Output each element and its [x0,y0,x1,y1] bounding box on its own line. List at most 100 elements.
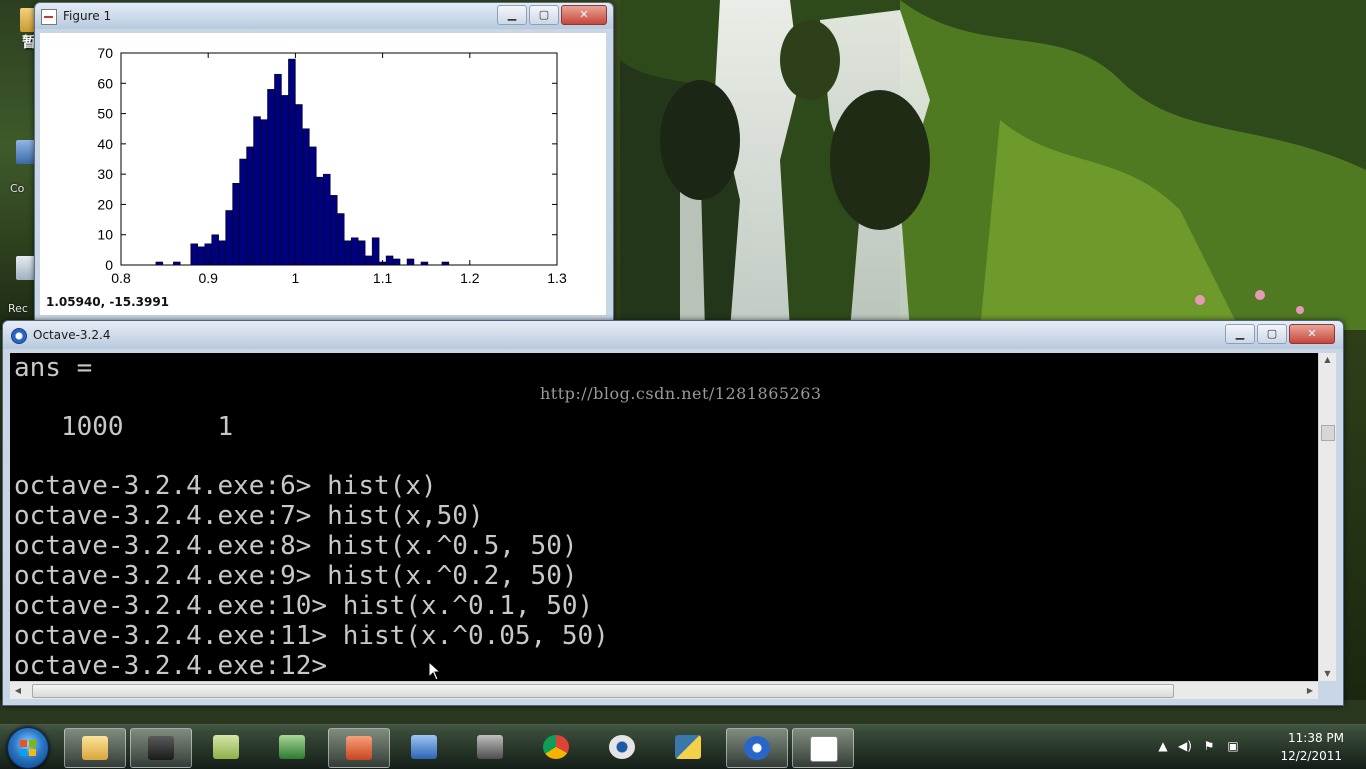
taskbar-camcorder-button[interactable] [130,728,192,768]
octave-close-button[interactable]: ✕ [1289,324,1335,344]
folder-icon [82,736,108,760]
histogram-bar [420,261,429,266]
scroll-left-arrow-icon[interactable]: ◀ [10,682,26,699]
histogram-bar [343,240,352,266]
start-button[interactable] [7,727,49,769]
volume-icon[interactable]: ◀) [1178,739,1192,753]
taskbar-python-button[interactable] [658,728,718,766]
desktop-recycle-bin-icon[interactable] [16,256,36,280]
scroll-up-arrow-icon[interactable]: ▲ [1319,353,1336,367]
histogram-bar [337,213,345,266]
y-tick-label: 60 [97,75,113,91]
console-line: octave-3.2.4.exe:8> hist(x.^0.5, 50) [14,531,578,561]
histogram-bar [239,158,247,266]
x-tick-label: 0.8 [111,270,131,286]
histogram-bar [197,246,205,266]
console-prompt-line[interactable]: octave-3.2.4.exe:12> [14,651,343,681]
x-tick-label: 1.3 [547,270,567,286]
desktop-computer-icon[interactable] [16,140,36,164]
octave-app-icon [11,328,27,344]
network-icon[interactable]: ▣ [1226,739,1240,753]
taskbar-network-tool-button[interactable] [262,728,322,766]
histogram-bar [330,195,338,266]
clock-date[interactable]: 12/2/2011 [1280,749,1342,763]
figure-window-title: Figure 1 [63,9,112,23]
console-line: octave-3.2.4.exe:10> hist(x.^0.1, 50) [14,591,594,621]
vertical-scroll-thumb[interactable] [1321,425,1335,441]
figure-window[interactable]: Figure 1 ▁ ▢ ✕ 0.8 0.9 1 1.1 1.2 1.3 0 10 20 30 40… [34,2,614,321]
chrome-icon [543,735,569,759]
horizontal-scroll-thumb[interactable] [32,684,1174,698]
taskbar-chrome-button[interactable] [526,728,586,766]
histogram-bar [323,173,331,266]
system-tray: ▲ ◀) ⚑ ▣ 11:38 PM 12/2/2011 [1156,725,1366,769]
figure-canvas[interactable]: 0.8 0.9 1 1.1 1.2 1.3 0 10 20 30 40 50 60 70 1.05940,… [40,33,606,315]
histogram-bar [253,116,261,266]
powerpoint-icon [346,736,372,760]
histogram-bar [246,146,254,266]
histogram-bar [302,128,310,266]
octave-window-title: Octave-3.2.4 [33,328,111,342]
histogram-bar [295,104,303,266]
taskbar-octave-button[interactable] [726,728,788,768]
watermark-url: http://blog.csdn.net/1281865263 [540,384,822,403]
show-hidden-icons-icon[interactable]: ▲ [1156,739,1170,753]
taskbar-explorer-button[interactable] [64,728,126,768]
action-center-flag-icon[interactable]: ⚑ [1202,739,1216,753]
figure-maximize-button[interactable]: ▢ [529,5,559,25]
taskbar-notepad-button[interactable] [196,728,256,766]
network-connections-icon [411,735,437,759]
histogram-bar [371,237,380,266]
histogram-bar [385,255,394,266]
octave-console-window[interactable]: Octave-3.2.4 ▁ ▢ ✕ ans = 1000 1 octave-3… [2,320,1344,706]
histogram-bar [288,58,296,266]
taskbar-camera-button[interactable] [460,728,520,766]
scroll-down-arrow-icon[interactable]: ▼ [1319,667,1336,681]
histogram-bar [173,261,181,266]
console-line: octave-3.2.4.exe:6> hist(x) [14,471,437,501]
histogram-bar [281,95,289,266]
notepad-icon [213,735,239,759]
console-line: octave-3.2.4.exe:11> hist(x.^0.05, 50) [14,621,609,651]
figure-close-button[interactable]: ✕ [561,5,607,25]
histogram-bar [232,182,240,266]
x-tick-label: 1.1 [373,270,393,286]
mouse-pointer-icon [428,661,442,681]
camera-icon [477,735,503,759]
histogram-bar [406,258,415,266]
histogram-bar [274,73,282,266]
taskbar-figure-button[interactable] [792,728,854,768]
taskbar-powerpoint-button[interactable] [328,728,390,768]
scroll-right-arrow-icon[interactable]: ▶ [1302,682,1318,699]
octave-maximize-button[interactable]: ▢ [1257,324,1287,344]
taskbar-network-connections-button[interactable] [394,728,454,766]
taskbar-webcam-button[interactable] [592,728,652,766]
python-icon [675,735,701,759]
octave-minimize-button[interactable]: ▁ [1225,324,1255,344]
console-line: 1000 1 [14,412,234,442]
histogram-bar [218,240,226,266]
taskbar: ▲ ◀) ⚑ ▣ 11:38 PM 12/2/2011 [0,724,1366,769]
y-tick-label: 20 [97,196,113,212]
clock-time[interactable]: 11:38 PM [1288,731,1344,745]
webcam-icon [609,735,635,759]
histogram-bar [225,210,233,266]
console-output[interactable]: ans = 1000 1 octave-3.2.4.exe:6> hist(x)… [10,353,1318,681]
console-line: octave-3.2.4.exe:7> hist(x,50) [14,501,484,531]
figure-minimize-button[interactable]: ▁ [497,5,527,25]
histogram-bar [357,240,366,266]
figure-app-icon [41,9,57,25]
histogram-bar [267,89,275,266]
y-tick-label: 50 [97,106,113,122]
figure-titlebar[interactable]: Figure 1 ▁ ▢ ✕ [35,3,613,29]
desktop-recycle-bin-label: Rec [8,302,28,315]
histogram-chart: 0.8 0.9 1 1.1 1.2 1.3 0 10 20 30 40 50 60 70 [97,45,567,286]
console-vertical-scrollbar[interactable]: ▲ ▼ [1318,353,1336,681]
figure-plot-icon [810,736,838,762]
console-horizontal-scrollbar[interactable]: ◀ ▶ [10,681,1318,699]
histogram-bar [260,119,268,266]
console-line: octave-3.2.4.exe:9> hist(x.^0.2, 50) [14,561,578,591]
octave-titlebar[interactable]: Octave-3.2.4 ▁ ▢ ✕ [3,321,1343,349]
octave-icon [744,736,770,760]
histogram-bar [190,243,198,266]
